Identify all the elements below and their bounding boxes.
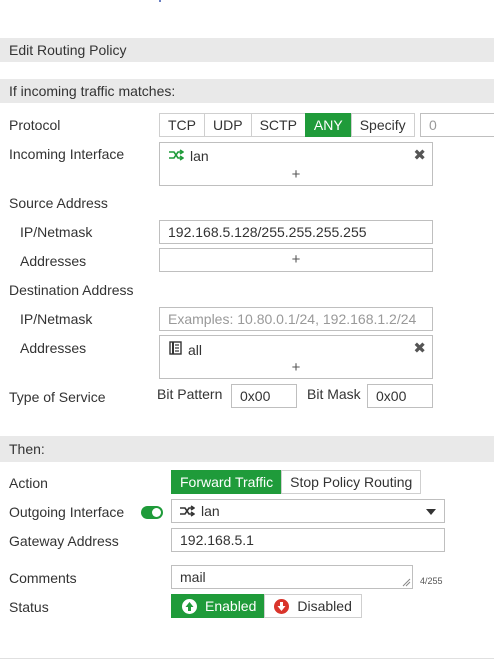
status-button-group: Enabled Disabled <box>171 594 362 618</box>
destination-ip-input[interactable]: Examples: 10.80.0.1/24, 192.168.1.2/24 <box>159 307 433 331</box>
stop-policy-routing-button[interactable]: Stop Policy Routing <box>281 470 422 494</box>
incoming-interface-field[interactable]: lan ✖ + <box>159 142 433 186</box>
comments-label: Comments <box>9 570 77 586</box>
interface-arrows-icon <box>180 505 195 517</box>
action-label: Action <box>9 475 48 491</box>
add-incoming-interface-icon[interactable]: + <box>160 166 432 183</box>
bit-mask-input[interactable]: 0x00 <box>367 384 433 408</box>
comments-counter: 4/255 <box>420 576 443 586</box>
source-addresses-label: Addresses <box>20 253 87 269</box>
chevron-down-icon <box>426 509 436 515</box>
top-indicator-dot <box>159 0 161 2</box>
destination-address-name: all <box>188 341 203 358</box>
protocol-udp-button[interactable]: UDP <box>204 113 252 137</box>
protocol-sctp-button[interactable]: SCTP <box>250 113 306 137</box>
tos-label: Type of Service <box>9 389 106 405</box>
add-destination-address-icon[interactable]: + <box>160 359 432 376</box>
match-section-heading: If incoming traffic matches: <box>9 83 176 99</box>
bit-pattern-input[interactable]: 0x00 <box>231 384 297 408</box>
outgoing-interface-toggle[interactable] <box>141 506 163 519</box>
destination-addresses-field[interactable]: all ✖ + <box>159 335 433 379</box>
source-address-heading: Source Address <box>9 195 108 211</box>
protocol-button-group: TCP UDP SCTP ANY Specify <box>159 113 415 137</box>
remove-incoming-interface-icon[interactable]: ✖ <box>413 146 426 164</box>
incoming-interface-entry: lan <box>169 148 209 164</box>
comments-textarea[interactable]: mail <box>171 565 413 589</box>
source-ip-label: IP/Netmask <box>20 224 93 240</box>
bit-pattern-label: Bit Pattern <box>157 386 223 402</box>
incoming-interface-name: lan <box>190 148 209 164</box>
page-title: Edit Routing Policy <box>9 42 127 58</box>
protocol-specify-button[interactable]: Specify <box>350 113 415 137</box>
then-section-heading: Then: <box>9 441 45 457</box>
status-enabled-button[interactable]: Enabled <box>171 594 266 618</box>
interface-arrows-icon <box>169 148 185 164</box>
arrow-up-circle-icon <box>182 598 197 614</box>
outgoing-interface-label: Outgoing Interface <box>9 504 125 520</box>
then-section-header: Then: <box>0 436 494 462</box>
remove-destination-address-icon[interactable]: ✖ <box>413 339 426 357</box>
status-label: Status <box>9 599 49 615</box>
resize-handle-icon[interactable] <box>402 578 411 587</box>
status-disabled-button[interactable]: Disabled <box>264 594 362 618</box>
destination-address-heading: Destination Address <box>9 282 134 298</box>
status-enabled-label: Enabled <box>205 598 257 614</box>
protocol-label: Protocol <box>9 117 61 133</box>
protocol-any-button[interactable]: ANY <box>304 113 352 137</box>
incoming-interface-label: Incoming Interface <box>9 146 125 162</box>
arrow-down-circle-icon <box>274 598 290 614</box>
forward-traffic-button[interactable]: Forward Traffic <box>171 470 283 494</box>
protocol-tcp-button[interactable]: TCP <box>159 113 205 137</box>
toggle-knob <box>152 508 161 517</box>
gateway-address-label: Gateway Address <box>9 533 119 549</box>
gateway-address-input[interactable]: 192.168.5.1 <box>171 528 445 552</box>
bit-mask-label: Bit Mask <box>307 386 361 402</box>
address-book-icon <box>169 341 182 358</box>
dialog-title-bar: Edit Routing Policy <box>0 38 494 62</box>
destination-addresses-label: Addresses <box>20 340 87 356</box>
add-source-address-button[interactable]: + <box>159 248 433 272</box>
status-disabled-label: Disabled <box>297 598 352 614</box>
footer-divider <box>0 658 494 659</box>
source-ip-input[interactable]: 192.168.5.128/255.255.255.255 <box>159 220 433 244</box>
action-button-group: Forward Traffic Stop Policy Routing <box>171 470 422 494</box>
destination-address-entry: all <box>169 341 202 358</box>
outgoing-interface-select[interactable]: lan <box>171 499 445 523</box>
protocol-number-input[interactable]: 0 <box>420 113 494 137</box>
match-section-header: If incoming traffic matches: <box>0 79 494 103</box>
outgoing-interface-value: lan <box>201 503 220 519</box>
destination-ip-label: IP/Netmask <box>20 311 93 327</box>
